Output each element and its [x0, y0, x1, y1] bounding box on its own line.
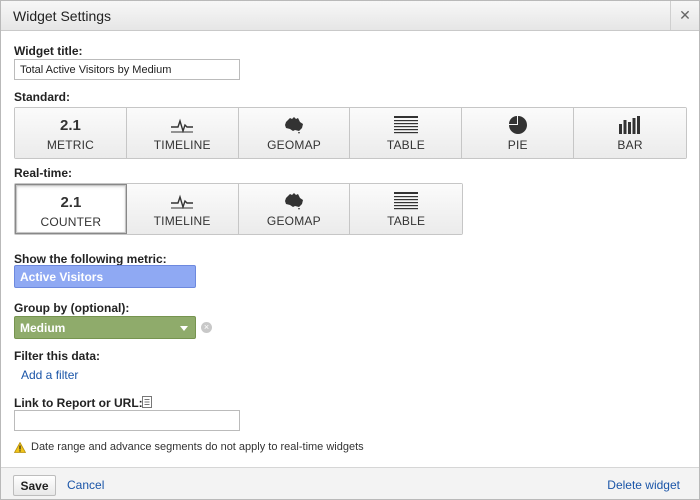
standard-metric-button[interactable]: 2.1 METRIC [15, 108, 127, 158]
group-by-label: Group by (optional): [14, 301, 130, 315]
pie-icon [508, 116, 527, 134]
close-button[interactable]: ✕ [670, 1, 699, 30]
close-icon: ✕ [679, 7, 691, 23]
group-by-select[interactable]: Medium [14, 316, 196, 339]
timeline-icon [171, 194, 194, 209]
realtime-warning-note: Date range and advance segments do not a… [14, 441, 364, 453]
standard-table-button[interactable]: TABLE [350, 108, 463, 158]
dialog-footer: Save Cancel Delete widget [1, 467, 699, 499]
table-icon [394, 192, 419, 210]
standard-timeline-button[interactable]: TIMELINE [126, 108, 239, 158]
widget-settings-dialog: Widget Settings ✕ Widget title: Standard… [0, 0, 700, 500]
realtime-label: Real-time: [14, 166, 73, 180]
realtime-table-label: TABLE [387, 214, 426, 228]
bar-chart-icon [619, 116, 641, 134]
standard-geomap-label: GEOMAP [267, 138, 322, 152]
realtime-counter-label: COUNTER [40, 215, 102, 229]
cancel-link[interactable]: Cancel [67, 478, 104, 492]
clear-group-by-icon[interactable]: × [201, 322, 212, 333]
chevron-down-icon [180, 326, 188, 331]
dialog-title: Widget Settings [13, 8, 112, 24]
standard-metric-label: METRIC [46, 138, 95, 152]
geomap-icon [284, 193, 303, 210]
realtime-timeline-button[interactable]: TIMELINE [126, 184, 239, 234]
geomap-icon [285, 117, 304, 134]
metric-select-value: Active Visitors [20, 270, 104, 284]
realtime-viz-group: 2.1 COUNTER TIMELINE GEOMAP TABLE [14, 183, 463, 235]
realtime-geomap-label: GEOMAP [266, 214, 321, 228]
timeline-icon [171, 118, 194, 133]
standard-viz-group: 2.1 METRIC TIMELINE GEOMAP TABLE PIE BAR [14, 107, 687, 159]
standard-timeline-label: TIMELINE [153, 138, 211, 152]
standard-bar-label: BAR [617, 138, 643, 152]
realtime-geomap-button[interactable]: GEOMAP [238, 184, 351, 234]
save-button[interactable]: Save [13, 475, 56, 496]
filter-label: Filter this data: [14, 349, 101, 363]
add-filter-link[interactable]: Add a filter [21, 368, 78, 382]
widget-title-label: Widget title: [14, 44, 83, 58]
dialog-titlebar: Widget Settings ✕ [1, 1, 699, 31]
widget-title-input[interactable] [14, 59, 240, 80]
standard-pie-button[interactable]: PIE [462, 108, 575, 158]
standard-label: Standard: [14, 90, 71, 104]
metric-label: Show the following metric: [14, 252, 167, 266]
realtime-timeline-label: TIMELINE [153, 214, 211, 228]
table-icon [393, 116, 418, 134]
metric-select[interactable]: Active Visitors [14, 265, 196, 288]
link-to-report-label: Link to Report or URL: [14, 396, 143, 410]
warning-icon [14, 441, 26, 453]
standard-table-label: TABLE [386, 138, 425, 152]
realtime-table-button[interactable]: TABLE [350, 184, 462, 234]
realtime-warning-text: Date range and advance segments do not a… [31, 441, 364, 453]
realtime-counter-button[interactable]: 2.1 COUNTER [15, 184, 127, 234]
standard-geomap-button[interactable]: GEOMAP [238, 108, 351, 158]
group-by-select-value: Medium [20, 321, 66, 335]
link-to-report-input[interactable] [14, 410, 240, 431]
delete-widget-link[interactable]: Delete widget [607, 478, 680, 492]
standard-pie-label: PIE [507, 138, 528, 152]
report-picker-icon[interactable] [142, 396, 152, 408]
counter-icon: 2.1 [60, 193, 82, 211]
standard-bar-button[interactable]: BAR [574, 108, 686, 158]
metric-icon: 2.1 [59, 116, 81, 134]
